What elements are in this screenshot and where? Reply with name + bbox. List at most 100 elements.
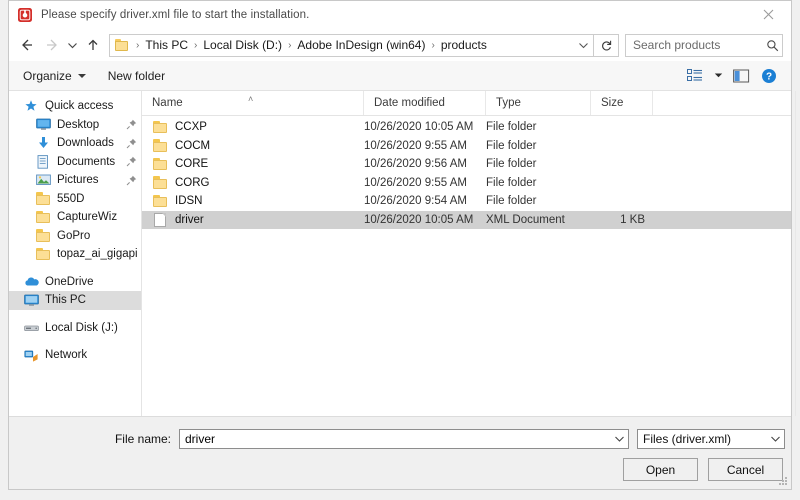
table-row[interactable]: CCXP 10/26/2020 10:05 AM File folder xyxy=(142,118,791,137)
file-date-cell: 10/26/2020 9:56 AM xyxy=(364,158,467,170)
filename-field[interactable] xyxy=(179,429,629,449)
column-header-type[interactable]: Type xyxy=(486,91,591,115)
column-headers: Name ˄ Date modified Type Size xyxy=(142,91,791,116)
filename-input[interactable] xyxy=(180,431,610,447)
file-type-cell: File folder xyxy=(486,121,537,133)
filetype-value: Files (driver.xml) xyxy=(643,432,732,446)
desktop-icon xyxy=(35,117,51,133)
sidebar-item-label: CaptureWiz xyxy=(57,211,118,224)
sidebar-item-desktop[interactable]: Desktop xyxy=(9,116,141,135)
file-type-cell: File folder xyxy=(486,158,537,170)
sidebar-item-documents[interactable]: Documents xyxy=(9,153,141,172)
file-date-cell: 10/26/2020 9:54 AM xyxy=(364,195,467,207)
chevron-down-icon[interactable] xyxy=(610,435,628,443)
file-size-cell xyxy=(591,137,653,156)
file-name-label: CORE xyxy=(175,158,209,170)
sidebar-item-quick-access[interactable]: Quick access xyxy=(9,97,141,116)
breadcrumb-separator[interactable]: › xyxy=(132,40,143,51)
sidebar-item-topaz-ai-gigapixel[interactable]: topaz_ai_gigapixel_ xyxy=(9,245,141,264)
sidebar-item-network[interactable]: Network xyxy=(9,346,141,365)
search-box[interactable] xyxy=(625,33,783,57)
column-header-size[interactable]: Size xyxy=(591,91,653,115)
breadcrumb-item-local-disk-d[interactable]: Local Disk (D:) xyxy=(201,38,284,52)
new-folder-label: New folder xyxy=(107,68,166,83)
file-name-cell: CORG xyxy=(142,174,364,193)
sidebar-item-downloads[interactable]: Downloads xyxy=(9,134,141,153)
file-name-label: driver xyxy=(175,213,204,226)
sidebar-item-550d[interactable]: 550D xyxy=(9,190,141,209)
column-header-name[interactable]: Name ˄ xyxy=(142,91,364,115)
table-row[interactable]: CORE 10/26/2020 9:56 AM File folder xyxy=(142,155,791,174)
breadcrumb-item-adobe-indesign[interactable]: Adobe InDesign (win64) xyxy=(295,38,427,52)
dialog-footer: File name: Files (driver.xml) xyxy=(9,416,791,489)
onedrive-icon xyxy=(23,274,39,290)
breadcrumb-bar[interactable]: › This PC › Local Disk (D:) › Adobe InDe… xyxy=(109,33,594,57)
sidebar-item-capturewiz[interactable]: CaptureWiz xyxy=(9,208,141,227)
file-open-dialog-screen: Please specify driver.xml file to start … xyxy=(0,0,800,500)
close-button[interactable] xyxy=(746,2,791,28)
file-name-cell: CCXP xyxy=(142,118,364,137)
search-input[interactable] xyxy=(626,37,762,53)
sidebar-item-label: topaz_ai_gigapixel_ xyxy=(57,248,137,261)
breadcrumb-separator[interactable]: › xyxy=(427,40,438,51)
view-options-icon[interactable] xyxy=(681,64,709,88)
window-title: Please specify driver.xml file to start … xyxy=(41,8,310,21)
cancel-button[interactable]: Cancel xyxy=(708,458,783,481)
breadcrumb-item-this-pc[interactable]: This PC xyxy=(143,38,190,52)
folder-icon xyxy=(35,228,51,244)
folder-icon xyxy=(152,175,168,191)
breadcrumb-item-products[interactable]: products xyxy=(439,38,489,52)
sidebar-item-gopro[interactable]: GoPro xyxy=(9,227,141,246)
refresh-button[interactable] xyxy=(594,33,619,57)
column-header-date-modified[interactable]: Date modified xyxy=(364,91,486,115)
file-rows: CCXP 10/26/2020 10:05 AM File folder COC… xyxy=(142,116,791,416)
address-bar: › This PC › Local Disk (D:) › Adobe InDe… xyxy=(9,29,791,61)
open-button[interactable]: Open xyxy=(623,458,698,481)
chevron-down-icon xyxy=(77,73,86,78)
adobe-indesign-icon xyxy=(17,7,33,23)
file-name-cell: IDSN xyxy=(142,192,364,211)
downloads-icon xyxy=(35,135,51,151)
resize-grip[interactable] xyxy=(778,476,788,486)
file-name-label: IDSN xyxy=(175,195,203,207)
up-button[interactable] xyxy=(81,33,105,57)
file-date-cell: 10/26/2020 10:05 AM xyxy=(364,121,474,133)
pin-icon[interactable] xyxy=(125,137,137,149)
breadcrumb-separator[interactable]: › xyxy=(190,40,201,51)
navigation-sidebar[interactable]: Quick access Desktop Downloads Documents… xyxy=(9,91,142,416)
sidebar-item-onedrive[interactable]: OneDrive xyxy=(9,273,141,292)
breadcrumb-separator[interactable]: › xyxy=(284,40,295,51)
new-folder-button[interactable]: New folder xyxy=(108,69,165,83)
back-button[interactable] xyxy=(15,33,39,57)
help-icon[interactable]: ? xyxy=(755,64,783,88)
search-icon xyxy=(762,39,782,52)
sidebar-item-pictures[interactable]: Pictures xyxy=(9,171,141,190)
view-options-caret-icon[interactable] xyxy=(709,64,727,88)
pin-icon[interactable] xyxy=(125,174,137,186)
file-list-pane: Name ˄ Date modified Type Size CCXP 10/2… xyxy=(142,91,796,416)
chevron-down-icon[interactable] xyxy=(766,435,784,443)
pin-icon[interactable] xyxy=(125,156,137,168)
file-size-cell xyxy=(591,192,653,211)
sidebar-item-local-disk-j[interactable]: Local Disk (J:) xyxy=(9,319,141,338)
pin-icon[interactable] xyxy=(125,119,137,131)
folder-icon xyxy=(152,193,168,209)
sidebar-item-label: Quick access xyxy=(45,100,114,113)
recent-locations-button[interactable] xyxy=(63,33,81,57)
organize-button[interactable]: Organize xyxy=(23,69,86,83)
pictures-icon xyxy=(35,172,51,188)
filetype-select[interactable]: Files (driver.xml) xyxy=(637,429,785,449)
table-row[interactable]: driver 10/26/2020 10:05 AM XML Document … xyxy=(142,210,791,229)
file-size-cell xyxy=(591,118,653,137)
table-row[interactable]: COCM 10/26/2020 9:55 AM File folder xyxy=(142,137,791,156)
folder-icon xyxy=(35,209,51,225)
column-header-name-label: Name xyxy=(152,97,183,109)
table-row[interactable]: CORG 10/26/2020 9:55 AM File folder xyxy=(142,174,791,193)
preview-pane-icon[interactable] xyxy=(727,64,755,88)
command-toolbar: Organize New folder ? xyxy=(9,61,791,91)
table-row[interactable]: IDSN 10/26/2020 9:54 AM File folder xyxy=(142,192,791,211)
chevron-down-icon[interactable] xyxy=(573,41,593,50)
folder-icon xyxy=(115,39,129,51)
sidebar-item-this-pc[interactable]: This PC xyxy=(9,291,141,310)
